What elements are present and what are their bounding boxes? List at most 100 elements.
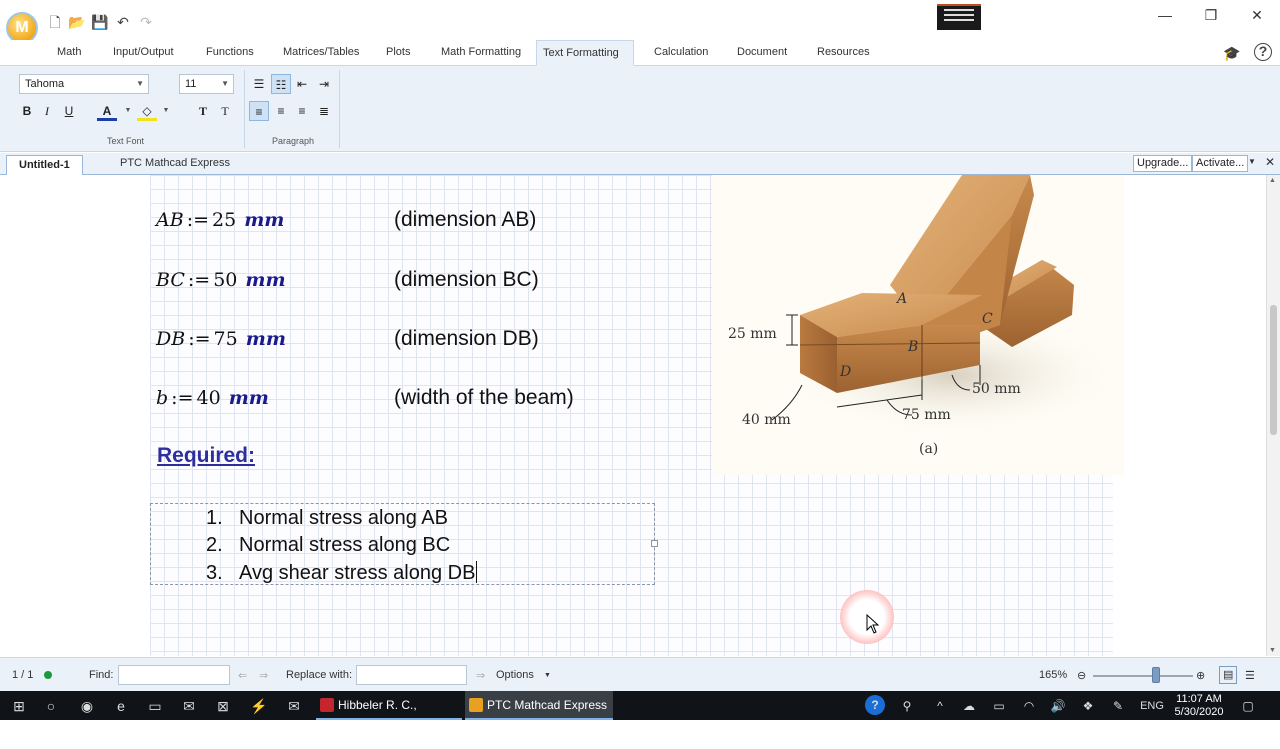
- align-center-icon[interactable]: ≡: [271, 101, 291, 121]
- menu-grip-icon[interactable]: [937, 4, 981, 30]
- dropbox-icon[interactable]: ❖: [1078, 695, 1098, 717]
- chrome-icon[interactable]: ◉: [76, 695, 98, 717]
- power-automate-icon[interactable]: ⚡: [248, 695, 270, 717]
- zoom-slider-thumb[interactable]: [1152, 667, 1160, 683]
- chevron-down-icon[interactable]: ▼: [118, 101, 138, 121]
- save-icon[interactable]: 💾: [91, 13, 109, 31]
- text-comment[interactable]: (dimension AB): [394, 208, 536, 232]
- tab-document[interactable]: Document: [731, 40, 793, 66]
- tab-input-output[interactable]: Input/Output: [107, 40, 180, 66]
- scrollbar-thumb[interactable]: [1270, 305, 1277, 435]
- onedrive-icon[interactable]: ☁: [959, 695, 979, 717]
- text-comment[interactable]: (width of the beam): [394, 386, 574, 410]
- replace-icon[interactable]: ⇒: [476, 669, 485, 682]
- zoom-in-icon[interactable]: ⊕: [1196, 669, 1205, 682]
- zoom-slider-track[interactable]: [1093, 675, 1193, 677]
- vertical-scrollbar[interactable]: ▲ ▼: [1266, 175, 1280, 656]
- chevron-down-icon[interactable]: ▼: [1248, 157, 1256, 166]
- text-comment[interactable]: (dimension DB): [394, 327, 539, 351]
- windows-start-icon[interactable]: ⊞: [8, 695, 30, 717]
- subscript-icon[interactable]: T: [215, 101, 235, 121]
- taskbar-app-pdf[interactable]: Hibbeler R. C., Mecha...: [316, 691, 462, 741]
- font-family-select[interactable]: Tahoma ▼: [19, 74, 149, 94]
- required-heading[interactable]: Required:: [157, 444, 255, 468]
- open-folder-icon[interactable]: 📂: [68, 13, 86, 31]
- minimize-button[interactable]: —: [1142, 0, 1188, 30]
- tab-resources[interactable]: Resources: [811, 40, 876, 66]
- learning-icon[interactable]: 🎓: [1222, 43, 1242, 63]
- tab-matrices-tables[interactable]: Matrices/Tables: [277, 40, 365, 66]
- taskbar-clock[interactable]: 11:07 AM 5/30/2020: [1168, 693, 1230, 719]
- help-icon[interactable]: ?: [1254, 43, 1272, 61]
- zoom-level: 165%: [1039, 669, 1068, 681]
- help-tray-icon[interactable]: ?: [865, 695, 885, 715]
- find-input[interactable]: [118, 665, 230, 685]
- justify-icon[interactable]: ≣: [314, 101, 334, 121]
- chevron-down-icon: ▼: [136, 79, 144, 88]
- align-right-icon[interactable]: ≡: [292, 101, 312, 121]
- notifications-icon[interactable]: ▢: [1238, 695, 1258, 717]
- decrease-indent-icon[interactable]: ⇤: [292, 74, 312, 94]
- options-dropdown[interactable]: Options: [496, 669, 534, 681]
- math-definition[interactable]: b:= 40 mm: [156, 387, 269, 409]
- activate-button[interactable]: Activate...: [1192, 155, 1249, 172]
- close-document-icon[interactable]: ✕: [1265, 155, 1275, 169]
- outlook-icon[interactable]: ✉: [178, 695, 200, 717]
- scroll-up-icon[interactable]: ▲: [1269, 177, 1276, 184]
- bold-button[interactable]: B: [17, 101, 37, 121]
- search-icon[interactable]: ○: [40, 695, 62, 717]
- resize-handle[interactable]: [651, 540, 658, 547]
- battery-icon[interactable]: ▭: [989, 695, 1009, 717]
- underline-button[interactable]: U: [59, 101, 79, 121]
- scroll-down-icon[interactable]: ▼: [1269, 647, 1276, 654]
- pen-icon[interactable]: ✎: [1108, 695, 1128, 717]
- superscript-icon[interactable]: T: [193, 101, 213, 121]
- zoom-out-icon[interactable]: ⊖: [1077, 669, 1086, 682]
- language-indicator[interactable]: ENG: [1138, 695, 1166, 717]
- highlight-color-icon[interactable]: ◇: [137, 101, 157, 121]
- math-definition[interactable]: BC:= 50 mm: [156, 269, 286, 291]
- math-definition[interactable]: DB:= 75 mm: [156, 328, 286, 350]
- page-view-icon[interactable]: ▤: [1219, 666, 1238, 684]
- font-size-select[interactable]: 11 ▼: [179, 74, 234, 94]
- italic-button[interactable]: I: [37, 101, 57, 121]
- new-document-icon[interactable]: 🗋: [46, 13, 64, 31]
- file-explorer-icon[interactable]: ▭: [144, 695, 166, 717]
- tab-functions[interactable]: Functions: [200, 40, 260, 66]
- tab-math-formatting[interactable]: Math Formatting: [435, 40, 527, 66]
- mail-icon[interactable]: ✉: [283, 695, 305, 717]
- document-tab[interactable]: Untitled-1: [6, 155, 83, 175]
- chevron-down-icon[interactable]: ▼: [156, 101, 176, 121]
- chevron-down-icon[interactable]: ▼: [544, 672, 551, 679]
- undo-icon[interactable]: ↶: [114, 13, 132, 31]
- redo-icon[interactable]: ↷: [137, 13, 155, 31]
- people-icon[interactable]: ⚲: [897, 695, 917, 717]
- wifi-icon[interactable]: ◠: [1019, 695, 1039, 717]
- close-button[interactable]: ✕: [1234, 0, 1280, 30]
- find-previous-icon[interactable]: ⇐: [238, 669, 247, 682]
- store-icon[interactable]: ⊠: [212, 695, 234, 717]
- increase-indent-icon[interactable]: ⇥: [314, 74, 334, 94]
- text-region-list[interactable]: 1. Normal stress along AB 2. Normal stress…: [150, 503, 655, 585]
- replace-input[interactable]: [356, 665, 467, 685]
- taskbar-app-mathcad[interactable]: PTC Mathcad Express ...: [465, 691, 613, 741]
- restore-button[interactable]: ❐: [1188, 0, 1234, 30]
- tab-text-formatting[interactable]: Text Formatting: [536, 40, 634, 66]
- ribbon-tab-bar: Math Input/Output Functions Matrices/Tab…: [0, 40, 1280, 66]
- beam-figure-image[interactable]: 25 mm 40 mm 75 mm 50 mm A B C D (a): [712, 175, 1124, 475]
- font-color-icon[interactable]: A: [97, 101, 117, 121]
- find-next-icon[interactable]: ⇒: [259, 669, 268, 682]
- tab-plots[interactable]: Plots: [380, 40, 416, 66]
- tab-calculation[interactable]: Calculation: [648, 40, 714, 66]
- bullet-list-icon[interactable]: ☰: [249, 74, 269, 94]
- draft-view-icon[interactable]: ☰: [1245, 669, 1255, 682]
- math-definition[interactable]: AB:= 25 mm: [156, 209, 284, 231]
- edge-icon[interactable]: e: [110, 695, 132, 717]
- text-comment[interactable]: (dimension BC): [394, 268, 539, 292]
- volume-icon[interactable]: 🔊: [1048, 695, 1068, 717]
- chevron-up-icon[interactable]: ^: [930, 695, 950, 717]
- align-left-icon[interactable]: ≡: [249, 101, 269, 121]
- upgrade-button[interactable]: Upgrade...: [1133, 155, 1193, 172]
- numbered-list-icon[interactable]: ☷: [271, 74, 291, 94]
- tab-math[interactable]: Math: [51, 40, 87, 66]
